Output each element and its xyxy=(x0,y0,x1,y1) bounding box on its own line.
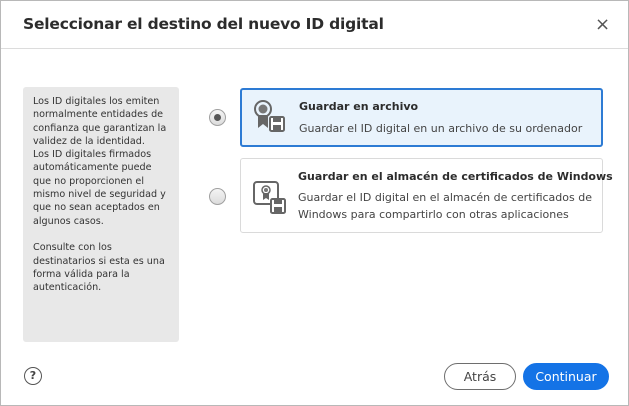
option-description: Windows para compartirlo con otras aplic… xyxy=(298,208,569,221)
info-line: confianza que garantizan la xyxy=(33,122,167,134)
option-save-to-file[interactable]: Guardar en archivo Guardar el ID digital… xyxy=(240,88,603,147)
info-line: mismo nivel de seguridad y xyxy=(33,189,166,201)
info-line: forma válida para la xyxy=(33,268,130,280)
continue-button[interactable]: Continuar xyxy=(523,363,609,390)
option-title: Guardar en archivo xyxy=(299,100,419,113)
certificate-file-icon xyxy=(254,100,285,132)
option-save-to-windows-store[interactable]: Guardar en el almacén de certificados de… xyxy=(240,158,613,233)
info-line: autenticación. xyxy=(33,282,102,294)
option-description: Guardar el ID digital en el almacén de c… xyxy=(298,191,592,204)
option-title: Guardar en el almacén de certificados de… xyxy=(298,170,613,183)
info-line: Los ID digitales firmados xyxy=(33,149,152,161)
info-line: automáticamente puede xyxy=(33,162,152,174)
option-description: Guardar el ID digital en un archivo de s… xyxy=(299,122,583,135)
info-line: Consulte con los xyxy=(33,242,112,254)
dialog: Seleccionar el destino del nuevo ID digi… xyxy=(0,0,629,406)
back-button[interactable]: Atrás xyxy=(444,363,516,390)
radio-save-to-file[interactable] xyxy=(209,109,226,126)
info-line: algunos casos. xyxy=(33,215,104,227)
info-line: validez de la identidad. xyxy=(33,135,145,147)
info-line: que no proporcionen el xyxy=(33,175,144,187)
close-icon[interactable]: × xyxy=(595,14,610,35)
info-line: que no sean aceptados en xyxy=(33,202,160,214)
radio-save-to-windows-store[interactable] xyxy=(209,188,226,205)
info-line: destinatarios si esta es una xyxy=(33,255,165,267)
help-icon[interactable]: ? xyxy=(24,367,42,385)
info-panel: Los ID digitales los emiten normalmente … xyxy=(23,87,179,342)
dialog-title: Seleccionar el destino del nuevo ID digi… xyxy=(23,15,384,33)
divider xyxy=(1,48,628,49)
info-line: Los ID digitales los emiten xyxy=(33,96,160,107)
info-line: normalmente entidades de xyxy=(33,109,164,121)
certificate-store-icon xyxy=(253,181,286,214)
